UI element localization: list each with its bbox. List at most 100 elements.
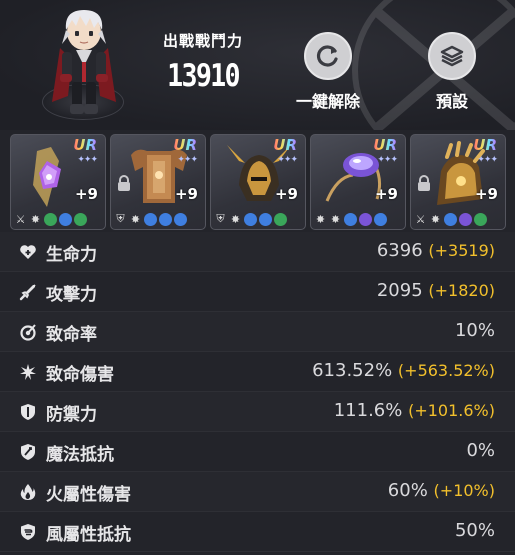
blue-gem-icon — [144, 212, 157, 226]
wind-resist-icon — [21, 524, 35, 540]
blue-gem-icon — [244, 212, 257, 226]
star-rating: ✦✦✦ — [477, 155, 498, 165]
stat-value: 0% — [466, 440, 495, 461]
battle-power-value: 13910 — [167, 58, 240, 94]
sparkle-icon: ✸ — [30, 212, 41, 226]
character-avatar[interactable] — [46, 4, 122, 122]
stat-row-fire-damage: 火屬性傷害 60% (+10%) — [0, 472, 515, 512]
enhance-level: +9 — [74, 185, 98, 203]
blue-gem-icon — [444, 212, 457, 226]
sword-icon: ⚔ — [415, 212, 426, 226]
equipment-slot-5[interactable]: UR ✦✦✦ +9 ⚔ ✸ — [410, 134, 506, 230]
star-rating: ✦✦✦ — [77, 155, 98, 165]
stat-value: 111.6% (+101.6%) — [333, 400, 495, 421]
unequip-all-label[interactable]: 一鍵解除 — [284, 88, 372, 112]
stat-row-hp: 生命力 6396 (+3519) — [0, 232, 515, 272]
shield-icon — [21, 404, 35, 420]
stat-name: 魔法抵抗 — [46, 445, 114, 465]
stat-row-magic-resist: 魔法抵抗 0% — [0, 432, 515, 472]
stat-name: 防禦力 — [46, 405, 97, 425]
green-gem-icon — [44, 212, 57, 226]
enhance-level: +9 — [274, 185, 298, 203]
purple-gem-icon — [359, 212, 372, 226]
stat-bonus: (+1820) — [428, 281, 495, 300]
star-rating: ✦✦✦ — [277, 155, 298, 165]
star-rating: ✦✦✦ — [177, 155, 198, 165]
enhance-level: +9 — [174, 185, 198, 203]
team-power-header: 出戰戰鬥力 13910 一鍵解除 預設 — [0, 0, 515, 130]
stat-row-crit-rate: 致命率 10% — [0, 312, 515, 352]
green-gem-icon — [474, 212, 487, 226]
stat-value: 50% — [454, 520, 495, 541]
shield-icon: ⛨ — [116, 212, 125, 225]
stat-value: 60% (+10%) — [387, 480, 495, 501]
equipment-slot-1[interactable]: UR ✦✦✦ +9 ⚔ ✸ — [10, 134, 106, 230]
stat-name: 致命率 — [46, 325, 97, 345]
stat-value: 10% — [454, 320, 495, 341]
grade-badge: UR — [73, 136, 97, 154]
sparkle-icon: ✸ — [430, 212, 441, 226]
blue-gem-icon — [59, 212, 72, 226]
purple-gem-icon — [459, 212, 472, 226]
gem-sockets: ⛨ ✸ — [114, 212, 202, 226]
enhance-level: +9 — [374, 185, 398, 203]
lock-icon — [418, 175, 430, 191]
blue-gem-icon — [374, 212, 387, 226]
stat-name: 致命傷害 — [46, 365, 114, 385]
enhance-level: +9 — [474, 185, 498, 203]
blue-gem-icon — [159, 212, 172, 226]
sword-icon: ⚔ — [15, 212, 26, 226]
fire-icon — [20, 484, 36, 500]
gem-sockets: ⚔ ✸ — [414, 212, 502, 226]
sparkle-icon: ✸ — [330, 212, 341, 226]
stat-row-wind-resist: 風屬性抵抗 50% — [0, 512, 515, 552]
stat-name: 火屬性傷害 — [46, 485, 131, 505]
stat-value: 6396 (+3519) — [376, 240, 495, 261]
blue-gem-icon — [344, 212, 357, 226]
stat-row-defense: 防禦力 111.6% (+101.6%) — [0, 392, 515, 432]
stat-value: 613.52% (+563.52%) — [312, 360, 495, 381]
sword-icon — [19, 284, 36, 301]
star-rating: ✦✦✦ — [377, 155, 398, 165]
gem-sockets: ⛨ ✸ — [214, 212, 302, 226]
stats-list: 生命力 6396 (+3519) 攻擊力 2095 (+1820) 致命率 10… — [0, 232, 515, 552]
green-gem-icon — [74, 212, 87, 226]
stat-bonus: (+3519) — [428, 241, 495, 260]
gem-sockets: ✸ ✸ — [314, 212, 402, 226]
stat-bonus: (+101.6%) — [408, 401, 495, 420]
stat-bonus: (+563.52%) — [397, 361, 495, 380]
battle-power-label: 出戰戰鬥力 — [162, 32, 243, 50]
sparkle-icon: ✸ — [315, 212, 326, 226]
grade-badge: UR — [273, 136, 297, 154]
stat-bonus: (+10%) — [433, 481, 495, 500]
shield-icon: ⛨ — [216, 212, 225, 225]
crit-damage-icon — [20, 364, 36, 380]
equipment-slot-3[interactable]: UR ✦✦✦ +9 ⛨ ✸ — [210, 134, 306, 230]
stat-row-attack: 攻擊力 2095 (+1820) — [0, 272, 515, 312]
blue-gem-icon — [174, 212, 187, 226]
green-gem-icon — [274, 212, 287, 226]
sparkle-icon: ✸ — [130, 212, 141, 226]
gem-sockets: ⚔ ✸ — [14, 212, 102, 226]
heart-plus-icon — [20, 245, 36, 259]
grade-badge: UR — [373, 136, 397, 154]
layers-icon — [440, 45, 464, 67]
equipment-slot-2[interactable]: UR ✦✦✦ +9 ⛨ ✸ — [110, 134, 206, 230]
refresh-icon — [316, 45, 338, 67]
stat-value: 2095 (+1820) — [376, 280, 495, 301]
preset-label[interactable]: 預設 — [412, 88, 492, 112]
sparkle-icon: ✸ — [230, 212, 241, 226]
grade-badge: UR — [473, 136, 497, 154]
stat-name: 攻擊力 — [46, 285, 97, 305]
stat-name: 風屬性抵抗 — [46, 525, 131, 545]
blue-gem-icon — [259, 212, 272, 226]
crit-rate-icon — [20, 324, 36, 341]
magic-resist-icon — [21, 444, 35, 460]
stat-row-crit-damage: 致命傷害 613.52% (+563.52%) — [0, 352, 515, 392]
preset-button[interactable] — [428, 32, 476, 80]
equipment-slot-4[interactable]: UR ✦✦✦ +9 ✸ ✸ — [310, 134, 406, 230]
stat-name: 生命力 — [46, 245, 97, 265]
grade-badge: UR — [173, 136, 197, 154]
unequip-all-button[interactable] — [304, 32, 352, 80]
lock-icon — [118, 175, 130, 191]
